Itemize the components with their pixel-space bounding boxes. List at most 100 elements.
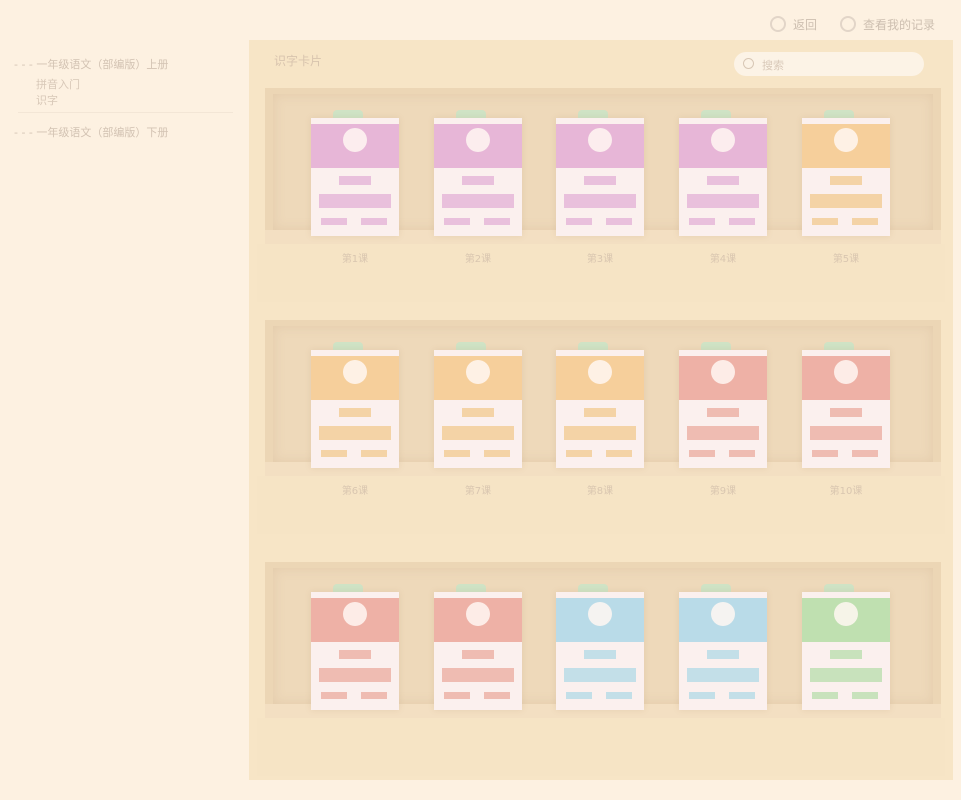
card-line [687, 194, 759, 208]
card-item[interactable]: 第9课 [679, 340, 767, 497]
print-icon [770, 16, 786, 32]
card-item[interactable]: 第7课 [434, 340, 522, 497]
card-cover [679, 592, 767, 710]
card-line [707, 650, 739, 659]
card-badge-icon [834, 128, 858, 152]
card-dot [566, 450, 592, 457]
card-item[interactable] [679, 582, 767, 732]
card-cover [679, 350, 767, 468]
card-cover [802, 350, 890, 468]
card-cover [434, 592, 522, 710]
card-dot [812, 218, 838, 225]
card-dot [361, 218, 387, 225]
card-item[interactable]: 第4课 [679, 108, 767, 265]
card-item[interactable]: 第3课 [556, 108, 644, 265]
card-badge-icon [834, 360, 858, 384]
card-cover [556, 350, 644, 468]
card-dot [729, 692, 755, 699]
card-caption: 第1课 [341, 254, 369, 265]
card-badge-icon [711, 360, 735, 384]
back-label: 返回 [793, 17, 818, 32]
card-line [687, 668, 759, 682]
card-dot [484, 450, 510, 457]
card-item[interactable]: 第2课 [434, 108, 522, 265]
card-dot [729, 450, 755, 457]
card-dot [606, 218, 632, 225]
card-dot [812, 692, 838, 699]
card-dot [361, 692, 387, 699]
card-caption: 第3课 [586, 254, 614, 265]
card-line [584, 650, 616, 659]
card-line [830, 176, 862, 185]
card-badge-icon [711, 602, 735, 626]
card-line [830, 408, 862, 417]
card-dot [321, 450, 347, 457]
card-line [564, 426, 636, 440]
card-dot [606, 450, 632, 457]
card-dot [689, 218, 715, 225]
card-cover [434, 350, 522, 468]
tree-child-pinyin[interactable]: 拼音入门 [36, 76, 80, 92]
card-line [462, 176, 494, 185]
card-item[interactable]: 第1课 [311, 108, 399, 265]
card-item[interactable] [434, 582, 522, 732]
card-line [584, 408, 616, 417]
card-badge-icon [466, 128, 490, 152]
card-dot [566, 218, 592, 225]
card-line [810, 426, 882, 440]
card-line [584, 176, 616, 185]
card-item[interactable]: 第10课 [802, 340, 890, 497]
card-item[interactable]: 第5课 [802, 108, 890, 265]
card-badge-icon [466, 602, 490, 626]
card-caption: 第9课 [709, 486, 737, 497]
card-dot [444, 218, 470, 225]
card-badge-icon [588, 360, 612, 384]
card-cover [311, 350, 399, 468]
tree-node-grade1-vol1[interactable]: - - - 一年级语文（部编版）上册 [14, 56, 168, 72]
card-line [707, 408, 739, 417]
card-line [442, 426, 514, 440]
card-item[interactable] [802, 582, 890, 732]
card-badge-icon [466, 360, 490, 384]
card-item[interactable]: 第8课 [556, 340, 644, 497]
card-cover [311, 118, 399, 236]
card-caption: 第8课 [586, 486, 614, 497]
card-badge-icon [343, 128, 367, 152]
card-caption: 第10课 [829, 486, 863, 497]
page-title: 识字卡片 [274, 54, 323, 68]
card-dot [729, 218, 755, 225]
search-input[interactable]: 搜索 [734, 52, 924, 76]
card-cover [311, 592, 399, 710]
back-button[interactable]: 返回 [770, 14, 817, 34]
card-cover [556, 118, 644, 236]
card-badge-icon [711, 128, 735, 152]
card-badge-icon [588, 128, 612, 152]
tree-child-literacy[interactable]: 识字 [36, 92, 58, 108]
search-placeholder: 搜索 [762, 59, 784, 72]
card-badge-icon [588, 602, 612, 626]
card-line [339, 408, 371, 417]
card-line [687, 426, 759, 440]
card-line [319, 194, 391, 208]
card-cover [802, 118, 890, 236]
card-item[interactable]: 第6课 [311, 340, 399, 497]
card-dot [812, 450, 838, 457]
card-line [339, 650, 371, 659]
card-dot [689, 450, 715, 457]
card-cover [556, 592, 644, 710]
card-line [830, 650, 862, 659]
card-item[interactable] [311, 582, 399, 732]
card-dot [852, 218, 878, 225]
card-line [810, 668, 882, 682]
card-caption: 第4课 [709, 254, 737, 265]
card-badge-icon [834, 602, 858, 626]
card-line [339, 176, 371, 185]
card-line [810, 194, 882, 208]
card-dot [566, 692, 592, 699]
card-line [319, 668, 391, 682]
tree-node-grade1-vol2[interactable]: - - - 一年级语文（部编版）下册 [14, 124, 168, 140]
card-item[interactable] [556, 582, 644, 732]
card-line [442, 668, 514, 682]
card-line [462, 408, 494, 417]
my-records-button[interactable]: 查看我的记录 [840, 14, 935, 34]
